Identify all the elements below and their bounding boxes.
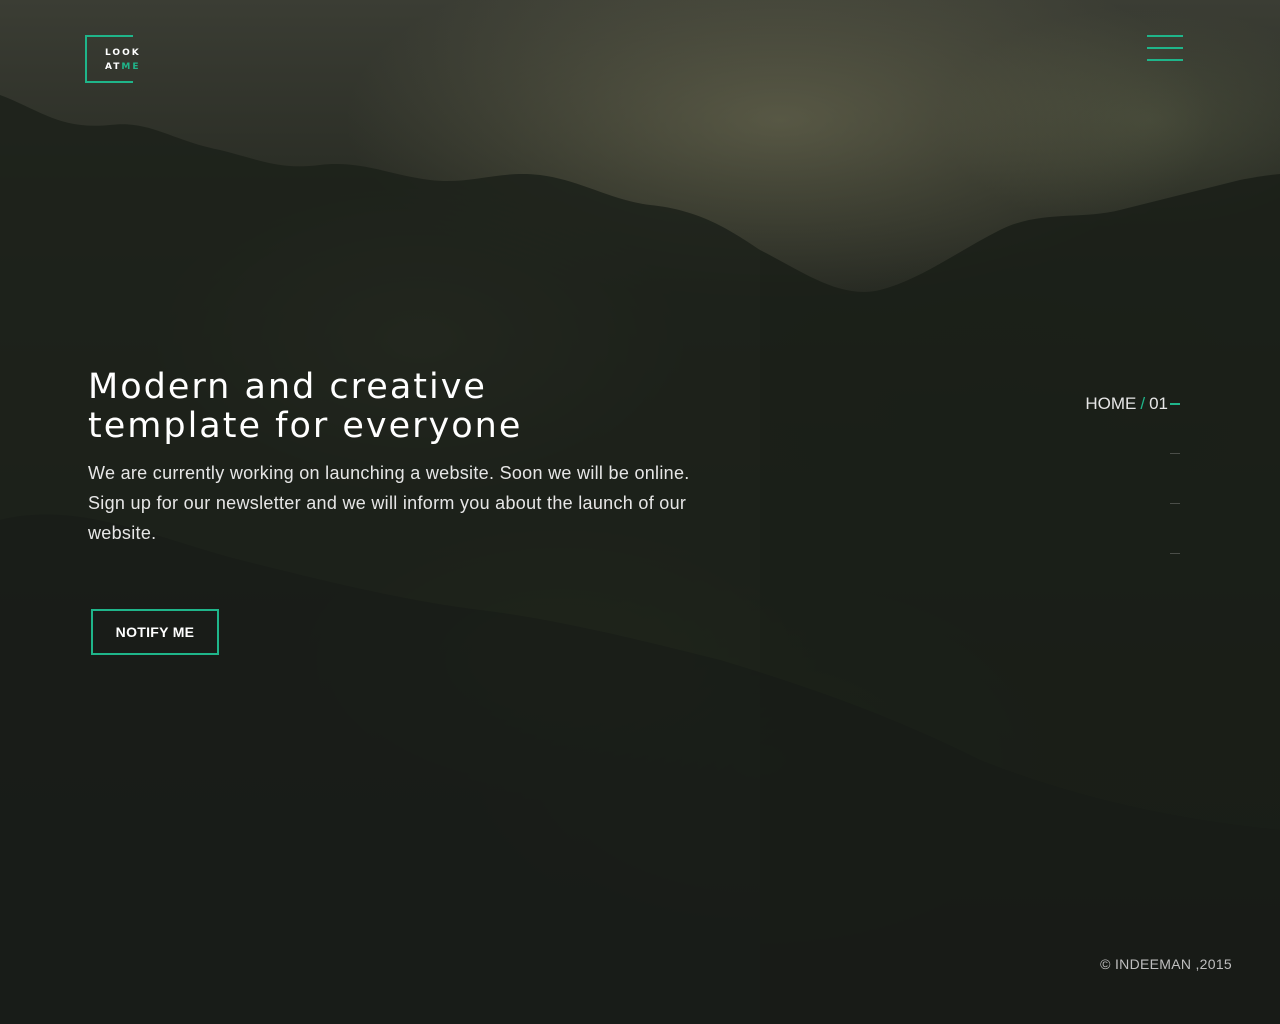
hero-title: Modern and creative template for everyone: [88, 368, 648, 446]
menu-bar-middle: [1147, 47, 1183, 49]
menu-bar-bottom: [1147, 59, 1183, 61]
section-nav-current: HOME/01: [1085, 394, 1168, 414]
section-nav-dash-2[interactable]: [1170, 453, 1180, 454]
section-nav-number: 01: [1149, 394, 1168, 413]
section-nav-dash-1[interactable]: [1170, 403, 1180, 405]
landing-page: LOOK ATME Modern and creative template fo…: [0, 0, 1280, 1024]
section-nav-label: HOME: [1085, 394, 1137, 413]
hamburger-menu-icon[interactable]: [1147, 34, 1183, 64]
logo-text-look: LOOK: [105, 48, 141, 58]
hero-title-line2: template for everyone: [88, 406, 523, 446]
section-nav-dash-4[interactable]: [1170, 553, 1180, 554]
menu-bar-top: [1147, 35, 1183, 37]
section-nav-dash-3[interactable]: [1170, 503, 1180, 504]
logo-text-at: AT: [105, 62, 122, 72]
logo-text-atme: ATME: [105, 62, 141, 72]
hero-description: We are currently working on launching a …: [88, 463, 690, 543]
copyright-text: © INDEEMAN ,2015: [1100, 956, 1232, 972]
site-logo[interactable]: LOOK ATME: [85, 35, 139, 83]
section-nav: HOME/01: [1040, 392, 1182, 572]
hero-title-line1: Modern and creative: [88, 367, 487, 407]
logo-text-me: ME: [121, 62, 141, 72]
section-nav-separator: /: [1140, 394, 1146, 413]
notify-me-button[interactable]: NOTIFY ME: [91, 609, 219, 655]
